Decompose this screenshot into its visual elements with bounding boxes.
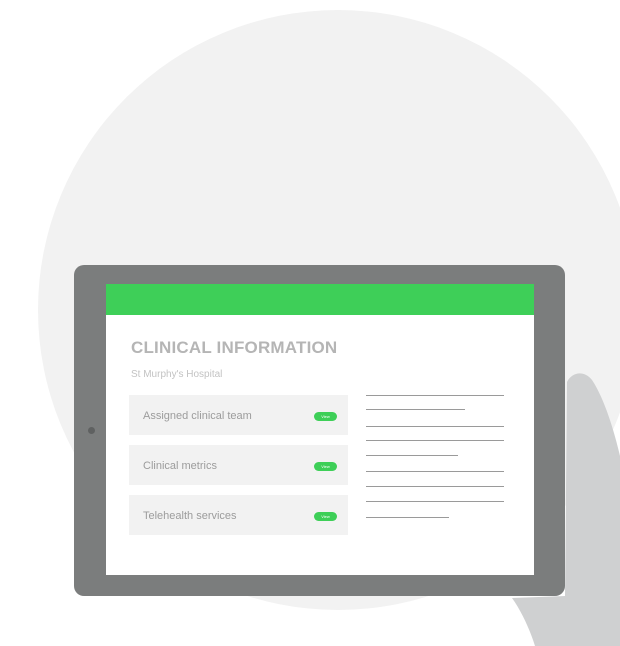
view-button[interactable]: View [314, 412, 337, 421]
tablet-screen: CLINICAL INFORMATION St Murphy's Hospita… [106, 284, 534, 575]
list-item-assigned-clinical-team: Assigned clinical team View [129, 395, 348, 435]
view-button[interactable]: View [314, 462, 337, 471]
illustration-stage: CLINICAL INFORMATION St Murphy's Hospita… [0, 0, 620, 646]
item-label: Telehealth services [143, 510, 237, 522]
item-label: Assigned clinical team [143, 410, 252, 422]
text-line-placeholder [366, 455, 458, 456]
page-title: CLINICAL INFORMATION [131, 338, 338, 357]
text-line-placeholder [366, 395, 504, 396]
hospital-name: St Murphy's Hospital [131, 369, 223, 380]
text-line-placeholder [366, 426, 504, 427]
text-line-placeholder [366, 471, 504, 472]
tablet-frame: CLINICAL INFORMATION St Murphy's Hospita… [74, 265, 565, 596]
text-line-placeholder [366, 440, 504, 441]
text-line-placeholder [366, 501, 504, 502]
text-line-placeholder [366, 517, 449, 518]
clinical-items-list: Assigned clinical team View Clinical met… [129, 395, 348, 545]
list-item-clinical-metrics: Clinical metrics View [129, 445, 348, 485]
item-label: Clinical metrics [143, 460, 217, 472]
screen-header-bar [106, 284, 534, 315]
camera-dot [88, 427, 95, 434]
text-line-placeholder [366, 409, 465, 410]
placeholder-text-lines [366, 395, 506, 525]
list-item-telehealth-services: Telehealth services View [129, 495, 348, 535]
text-line-placeholder [366, 486, 504, 487]
view-button[interactable]: View [314, 512, 337, 521]
